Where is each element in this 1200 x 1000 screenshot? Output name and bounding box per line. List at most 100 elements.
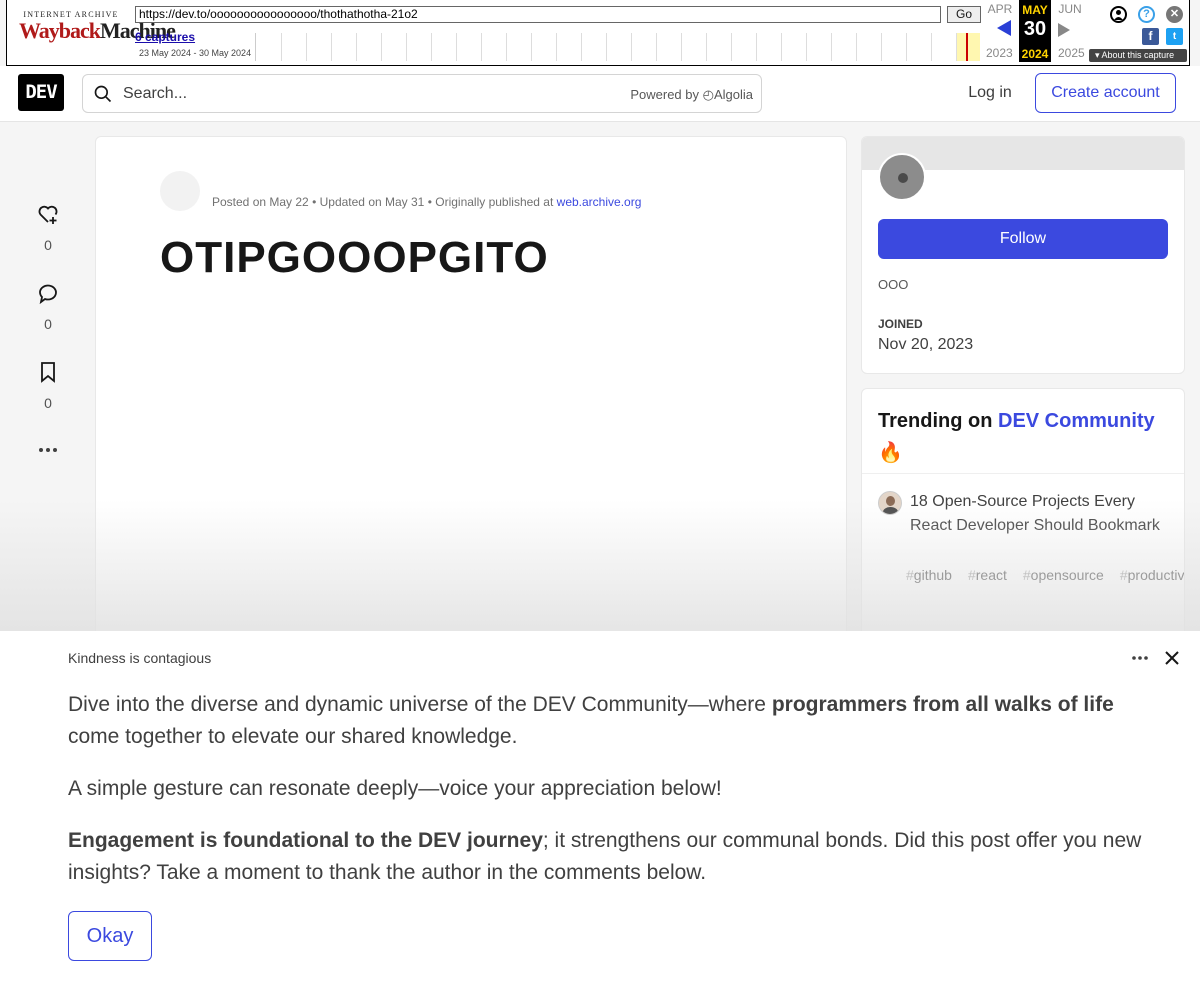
wayback-logo[interactable]: INTERNET ARCHIVE WaybackMachine — [19, 10, 176, 48]
sparkline-tick — [881, 33, 882, 61]
originally-published-label: Originally published at — [435, 195, 554, 209]
tag-label: opensource — [1030, 567, 1104, 583]
sparkline-tick — [756, 33, 757, 61]
p1-start: Dive into the diverse and dynamic univer… — [68, 693, 772, 716]
about-capture-label: About this capture — [1101, 50, 1175, 60]
algolia-icon: ◴ — [702, 87, 714, 102]
wayback-current-day: 30 — [1023, 18, 1047, 40]
joined-date: Nov 20, 2023 — [878, 336, 974, 353]
author-avatar[interactable] — [160, 171, 200, 211]
twitter-icon[interactable]: t — [1166, 28, 1183, 45]
search-icon — [94, 85, 112, 103]
tag-link[interactable]: #productivity — [1119, 567, 1184, 583]
article-title: OTIPGOOOPGITO — [160, 233, 549, 282]
more-horizontal-icon — [39, 448, 57, 452]
wayback-current-year: 2024 — [1021, 47, 1049, 61]
trending-item-title[interactable]: 18 Open-Source Projects Every React Deve… — [910, 490, 1172, 538]
help-icon[interactable]: ? — [1138, 6, 1155, 23]
bookmark-count: 0 — [44, 395, 52, 411]
sparkline-tick — [681, 33, 682, 61]
bookmark-button[interactable]: 0 — [30, 360, 66, 411]
tag-link[interactable]: #react — [968, 567, 1015, 583]
wayback-prev-month[interactable]: APR — [984, 2, 1016, 16]
close-icon[interactable]: ✕ — [1166, 6, 1183, 23]
dev-logo[interactable]: DEV — [18, 74, 64, 111]
tag-link[interactable]: #github — [906, 567, 960, 583]
comment-icon — [39, 284, 57, 305]
wayback-current-date: MAY 30 2024 — [1019, 0, 1051, 62]
sparkline-tick — [806, 33, 807, 61]
sparkline-tick — [656, 33, 657, 61]
wayback-logo-text: WaybackMachine — [19, 18, 176, 43]
divider — [862, 473, 1184, 474]
sparkline-tick — [406, 33, 407, 61]
wayback-captures-link[interactable]: 6 captures — [135, 30, 195, 44]
trending-author-avatar[interactable] — [878, 491, 902, 515]
modal-paragraph-2: A simple gesture can resonate deeply—voi… — [68, 777, 722, 800]
kindness-badge: Kindness is contagious — [68, 650, 212, 666]
sparkline-highlight — [956, 33, 980, 61]
sparkline-tick — [931, 33, 932, 61]
search-placeholder: Search... — [123, 85, 188, 102]
reaction-count: 0 — [44, 237, 52, 253]
follow-button[interactable]: Follow — [878, 219, 1168, 259]
sparkline-tick — [281, 33, 282, 61]
sparkline-capture-bar[interactable] — [966, 33, 968, 61]
reaction-button[interactable]: 0 — [30, 202, 66, 253]
create-account-button[interactable]: Create account — [1035, 73, 1176, 113]
hash-icon: # — [1119, 567, 1128, 583]
sparkline-tick — [781, 33, 782, 61]
wayback-about-capture[interactable]: ▾ About this capture — [1089, 49, 1187, 62]
wayback-go-button[interactable]: Go — [947, 6, 981, 23]
p3-bold: Engagement is foundational to the DEV jo… — [68, 829, 543, 852]
wayback-prev-year[interactable]: 2023 — [986, 46, 1013, 60]
sparkline-tick — [356, 33, 357, 61]
wayback-sparkline[interactable] — [255, 33, 983, 61]
sparkline-tick — [706, 33, 707, 61]
hash-icon: # — [967, 567, 976, 583]
search-input[interactable]: Search... Powered by ◴Algolia — [82, 74, 762, 113]
tag-link[interactable]: #opensource — [1023, 567, 1112, 583]
login-link[interactable]: Log in — [954, 74, 1026, 112]
hash-icon: # — [906, 567, 914, 583]
wayback-next-month[interactable]: JUN — [1054, 2, 1086, 16]
fire-icon: 🔥 — [878, 442, 903, 464]
facebook-icon[interactable]: f — [1142, 28, 1159, 45]
comment-button[interactable]: 0 — [30, 281, 66, 332]
tag-label: react — [975, 567, 1007, 583]
sparkline-tick — [481, 33, 482, 61]
trending-item-tags: #github#react#opensource#productivity — [906, 565, 1184, 586]
wayback-next-year[interactable]: 2025 — [1058, 46, 1085, 60]
modal-close-icon[interactable] — [1163, 649, 1181, 667]
modal-more-icon[interactable] — [1130, 648, 1150, 668]
comment-count: 0 — [44, 316, 52, 332]
heart-plus-icon — [38, 205, 58, 224]
posted-date: Posted on May 22 — [212, 195, 309, 209]
sparkline-tick — [531, 33, 532, 61]
sparkline-tick — [831, 33, 832, 61]
more-actions-button[interactable] — [30, 438, 66, 467]
origin-link[interactable]: web.archive.org — [557, 195, 642, 209]
algolia-label: Algolia — [713, 87, 753, 102]
okay-button[interactable]: Okay — [68, 911, 152, 961]
wayback-date-range: 23 May 2024 - 30 May 2024 — [139, 48, 252, 58]
wayback-prev-arrow-icon[interactable] — [997, 20, 1011, 36]
sparkline-tick — [631, 33, 632, 61]
sparkline-tick — [731, 33, 732, 61]
modal-paragraph-1: Dive into the diverse and dynamic univer… — [68, 689, 1148, 753]
updated-date: Updated on May 31 — [319, 195, 425, 209]
wayback-next-arrow-icon[interactable] — [1058, 23, 1070, 37]
user-account-icon[interactable] — [1110, 6, 1127, 23]
sparkline-tick — [431, 33, 432, 61]
profile-avatar[interactable] — [878, 153, 926, 201]
powered-by-algolia[interactable]: Powered by ◴Algolia — [630, 87, 753, 103]
site-header: DEV Search... Powered by ◴Algolia Log in… — [0, 66, 1200, 122]
sparkline-tick — [456, 33, 457, 61]
hash-icon: # — [1022, 567, 1031, 583]
sparkline-tick — [856, 33, 857, 61]
sparkline-tick — [906, 33, 907, 61]
trending-community-link[interactable]: DEV Community — [998, 410, 1155, 432]
wayback-current-month: MAY — [1022, 3, 1048, 17]
wayback-toolbar: INTERNET ARCHIVE WaybackMachine https://… — [6, 0, 1190, 66]
wayback-url-input[interactable]: https://dev.to/oooooooooooooooo/thothath… — [135, 6, 941, 23]
